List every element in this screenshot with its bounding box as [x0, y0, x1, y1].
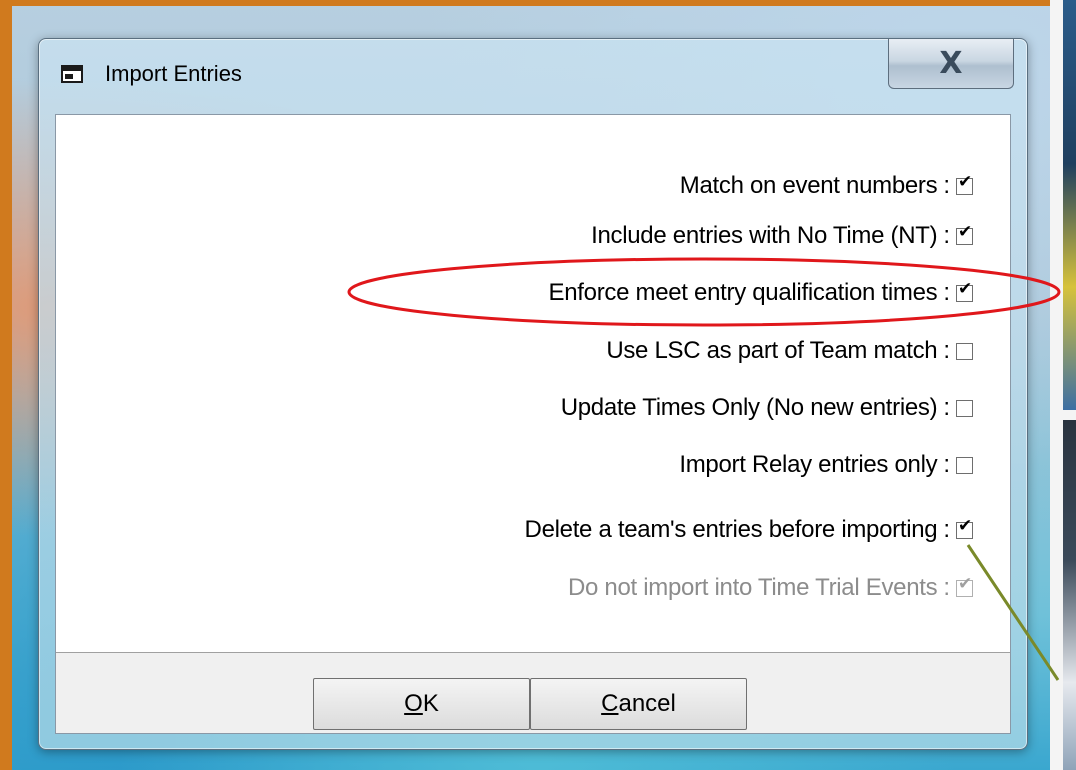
import-entries-dialog: Import Entries X Match on event numbers … — [38, 38, 1028, 750]
option-label: Do not import into Time Trial Events — [567, 574, 938, 601]
checkbox-use-lsc-team-match[interactable] — [956, 342, 973, 360]
check-mark-icon: ✔ — [958, 171, 973, 192]
option-label: Include entries with No Time (NT) — [591, 222, 938, 249]
option-include-no-time: Include entries with No Time (NT) : ✔ — [591, 221, 973, 251]
checkbox-enforce-qualification-times[interactable]: ✔ — [956, 280, 973, 302]
check-mark-icon: ✔ — [958, 278, 973, 299]
option-label: Use LSC as part of Team match — [606, 337, 938, 364]
checkbox-delete-team-entries[interactable]: ✔ — [956, 517, 973, 539]
option-label: Delete a team's entries before importing — [524, 516, 938, 543]
option-label: Match on event numbers — [679, 172, 938, 199]
cancel-button[interactable]: Cancel — [530, 678, 747, 730]
window-icon — [61, 65, 83, 83]
close-icon: X — [939, 45, 963, 81]
checkbox-import-relay-only[interactable] — [956, 456, 973, 474]
options-panel: Match on event numbers : ✔ Include entri… — [56, 115, 1010, 653]
slide-border-top — [0, 0, 1050, 6]
option-enforce-qualification-times: Enforce meet entry qualification times :… — [549, 278, 973, 308]
option-separator: : — [943, 222, 950, 249]
slide-border-left — [0, 0, 12, 770]
option-label: Update Times Only (No new entries) — [560, 394, 938, 421]
option-label: Import Relay entries only — [679, 451, 938, 478]
option-label: Enforce meet entry qualification times — [548, 279, 938, 306]
checkbox-update-times-only[interactable] — [956, 399, 973, 417]
option-use-lsc-team-match: Use LSC as part of Team match : — [606, 336, 973, 366]
right-photo-top — [1063, 0, 1076, 410]
option-separator: : — [943, 172, 950, 199]
option-update-times-only: Update Times Only (No new entries) : — [561, 393, 973, 423]
option-separator: : — [943, 516, 950, 543]
close-button[interactable]: X — [888, 39, 1014, 89]
cancel-mnemonic: C — [601, 690, 619, 717]
right-photo-bottom — [1063, 420, 1076, 770]
ok-button[interactable]: OK — [313, 678, 530, 730]
checkbox-no-time-trial-import: ✔ — [956, 575, 973, 597]
ok-label-rest: K — [422, 690, 439, 717]
checkbox-include-no-time[interactable]: ✔ — [956, 223, 973, 245]
cancel-label-rest: ancel — [618, 690, 676, 717]
window-title: Import Entries — [105, 61, 242, 86]
check-mark-icon: ✔ — [958, 221, 973, 242]
option-match-event-numbers: Match on event numbers : ✔ — [680, 171, 973, 201]
ok-mnemonic: O — [404, 690, 423, 717]
check-mark-icon: ✔ — [958, 515, 973, 536]
dialog-client-area: Match on event numbers : ✔ Include entri… — [55, 114, 1011, 734]
option-separator: : — [943, 394, 950, 421]
option-separator: : — [943, 451, 950, 478]
option-delete-team-entries: Delete a team's entries before importing… — [525, 515, 973, 545]
option-import-relay-only: Import Relay entries only : — [679, 450, 973, 480]
option-no-time-trial-import: Do not import into Time Trial Events : ✔ — [568, 573, 973, 603]
check-mark-icon: ✔ — [958, 573, 973, 594]
option-separator: : — [943, 337, 950, 364]
option-separator: : — [943, 279, 950, 306]
option-separator: : — [943, 574, 950, 601]
checkbox-match-event-numbers[interactable]: ✔ — [956, 173, 973, 195]
